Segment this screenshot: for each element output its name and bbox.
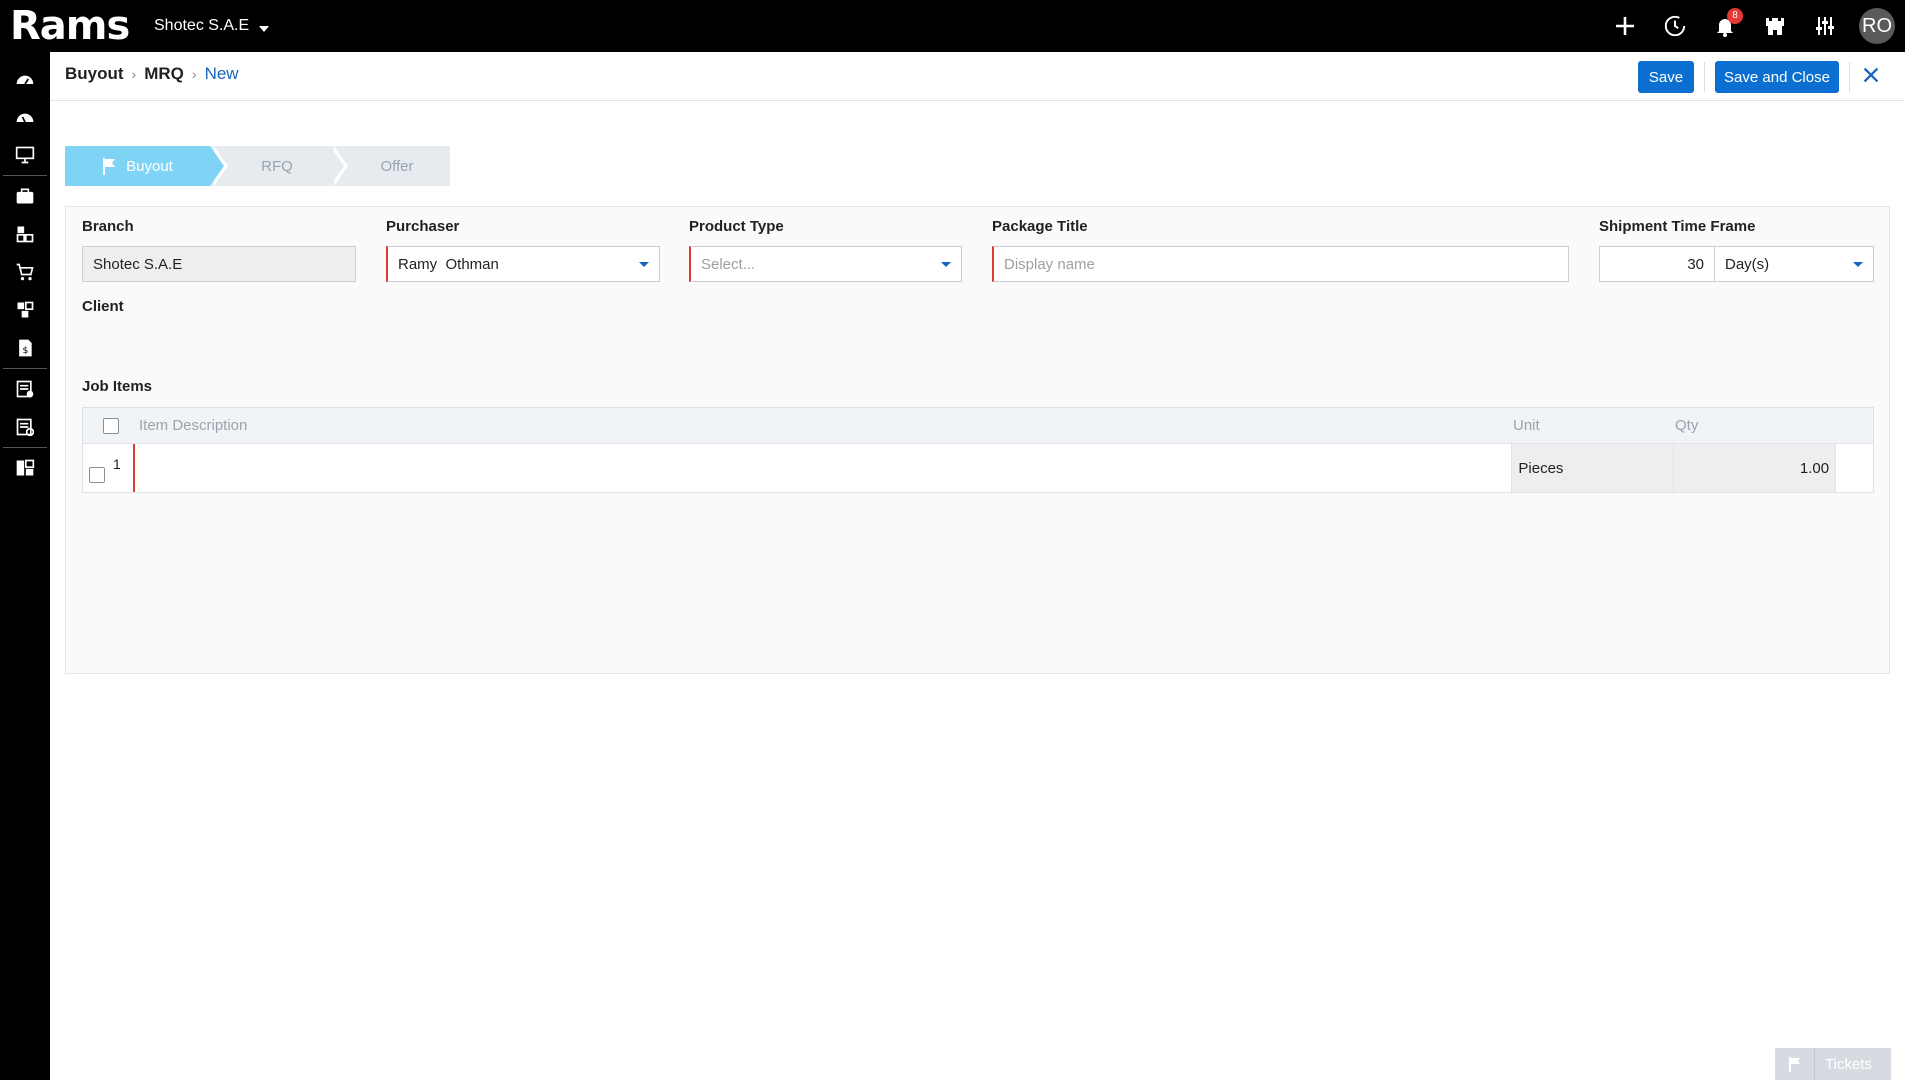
sidebar-divider bbox=[3, 175, 47, 176]
purchaser-value: Ramy Othman bbox=[398, 255, 499, 273]
breadcrumb-current: New bbox=[204, 64, 239, 83]
column-header-qty: Qty bbox=[1675, 417, 1699, 434]
select-all-checkbox[interactable] bbox=[103, 417, 119, 434]
flag-icon bbox=[103, 158, 116, 175]
shipment-time-unit: Day(s) bbox=[1725, 255, 1770, 273]
sliders-icon[interactable] bbox=[1809, 10, 1841, 42]
close-icon[interactable] bbox=[1860, 64, 1882, 86]
header-divider bbox=[1849, 62, 1850, 92]
ticket-flag-icon bbox=[1775, 1048, 1815, 1080]
caret-down-icon bbox=[639, 262, 649, 267]
item-description-input[interactable] bbox=[132, 444, 1511, 492]
row-index: 1 bbox=[113, 456, 121, 472]
branch-field: Shotec S.A.E bbox=[82, 246, 356, 282]
step-offer[interactable]: Offer bbox=[330, 146, 450, 186]
job-items-table: Item Description Unit Qty 1 Pieces 1.00 bbox=[82, 407, 1874, 493]
column-header-item-description: Item Description bbox=[139, 417, 248, 434]
notification-badge: 8 bbox=[1727, 8, 1743, 24]
cart-icon[interactable] bbox=[0, 253, 50, 291]
caret-down-icon bbox=[941, 262, 951, 267]
header-divider bbox=[1704, 62, 1705, 92]
row-actions-cell bbox=[1835, 444, 1873, 492]
row-checkbox[interactable] bbox=[89, 467, 105, 483]
product-type-select[interactable]: Select... bbox=[689, 246, 962, 282]
qty-input[interactable]: 1.00 bbox=[1673, 444, 1836, 492]
step-label: Buyout bbox=[126, 157, 173, 175]
product-type-placeholder: Select... bbox=[701, 255, 756, 273]
settings-doc-icon[interactable] bbox=[0, 408, 50, 446]
chevron-right-icon: › bbox=[131, 66, 137, 82]
purchaser-select[interactable]: Ramy Othman bbox=[386, 246, 660, 282]
app-logo[interactable]: Rams bbox=[10, 3, 130, 49]
shipment-time-value: 30 bbox=[1687, 255, 1704, 273]
caret-down-icon bbox=[1853, 262, 1863, 267]
package-title-placeholder: Display name bbox=[1004, 255, 1095, 273]
top-bar: Rams Shotec S.A.E 8 RO bbox=[0, 0, 1905, 52]
chevron-right-icon: › bbox=[191, 66, 197, 82]
client-label: Client bbox=[82, 298, 124, 315]
table-row: 1 Pieces 1.00 bbox=[83, 444, 1873, 492]
unit-cell[interactable]: Pieces bbox=[1511, 444, 1674, 492]
step-label: RFQ bbox=[261, 157, 293, 175]
tickets-label: Tickets bbox=[1825, 1055, 1872, 1073]
components-icon[interactable] bbox=[0, 291, 50, 329]
chevron-down-icon bbox=[259, 26, 270, 32]
job-items-label: Job Items bbox=[82, 378, 153, 395]
monitor-icon[interactable] bbox=[0, 136, 50, 174]
checklist-icon[interactable] bbox=[0, 370, 50, 408]
shipment-time-value-input[interactable]: 30 bbox=[1599, 246, 1715, 282]
user-avatar[interactable]: RO bbox=[1859, 8, 1895, 44]
mrq-form-panel: Branch Shotec S.A.E Purchaser Ramy Othma… bbox=[65, 206, 1890, 674]
save-and-close-button[interactable]: Save and Close bbox=[1715, 61, 1839, 93]
sidebar: $ bbox=[0, 52, 50, 1080]
step-buyout[interactable]: Buyout bbox=[65, 146, 228, 186]
branch-value: Shotec S.A.E bbox=[93, 255, 183, 273]
package-title-label: Package Title bbox=[992, 218, 1088, 235]
breadcrumb-buyout[interactable]: Buyout bbox=[65, 64, 124, 84]
header-divider-line bbox=[50, 100, 1905, 101]
history-icon[interactable] bbox=[1659, 10, 1691, 42]
save-button[interactable]: Save bbox=[1638, 61, 1694, 93]
product-type-label: Product Type bbox=[689, 218, 784, 235]
invoice-icon[interactable]: $ bbox=[0, 329, 50, 367]
briefcase-icon[interactable] bbox=[0, 177, 50, 215]
workflow-stepper: Buyout RFQ Offer bbox=[65, 146, 450, 186]
package-title-input[interactable]: Display name bbox=[992, 246, 1569, 282]
step-label: Offer bbox=[380, 157, 414, 175]
logo-text: Rams bbox=[10, 3, 130, 49]
table-header: Item Description Unit Qty bbox=[83, 408, 1873, 444]
branch-label: Branch bbox=[82, 218, 134, 235]
company-name: Shotec S.A.E bbox=[154, 17, 250, 34]
grid-icon[interactable] bbox=[0, 449, 50, 487]
purchaser-label: Purchaser bbox=[386, 218, 460, 235]
shipment-time-unit-select[interactable]: Day(s) bbox=[1714, 246, 1874, 282]
shipment-time-frame-label: Shipment Time Frame bbox=[1599, 218, 1756, 235]
breadcrumb-mrq[interactable]: MRQ bbox=[144, 64, 184, 84]
tickets-tab[interactable]: Tickets bbox=[1775, 1048, 1891, 1080]
column-header-unit: Unit bbox=[1513, 417, 1540, 434]
breadcrumb: Buyout › MRQ › New bbox=[65, 64, 239, 84]
analytics-dashboard-icon[interactable] bbox=[0, 98, 50, 136]
dashboard-icon[interactable] bbox=[0, 60, 50, 98]
castle-icon[interactable] bbox=[1759, 10, 1791, 42]
add-icon[interactable] bbox=[1609, 10, 1641, 42]
svg-text:$: $ bbox=[23, 345, 29, 356]
bell-icon[interactable]: 8 bbox=[1709, 8, 1743, 42]
company-switcher[interactable]: Shotec S.A.E bbox=[154, 17, 270, 35]
step-rfq[interactable]: RFQ bbox=[210, 146, 348, 186]
sidebar-divider bbox=[3, 368, 47, 369]
modules-icon[interactable] bbox=[0, 215, 50, 253]
sidebar-divider bbox=[3, 447, 47, 448]
